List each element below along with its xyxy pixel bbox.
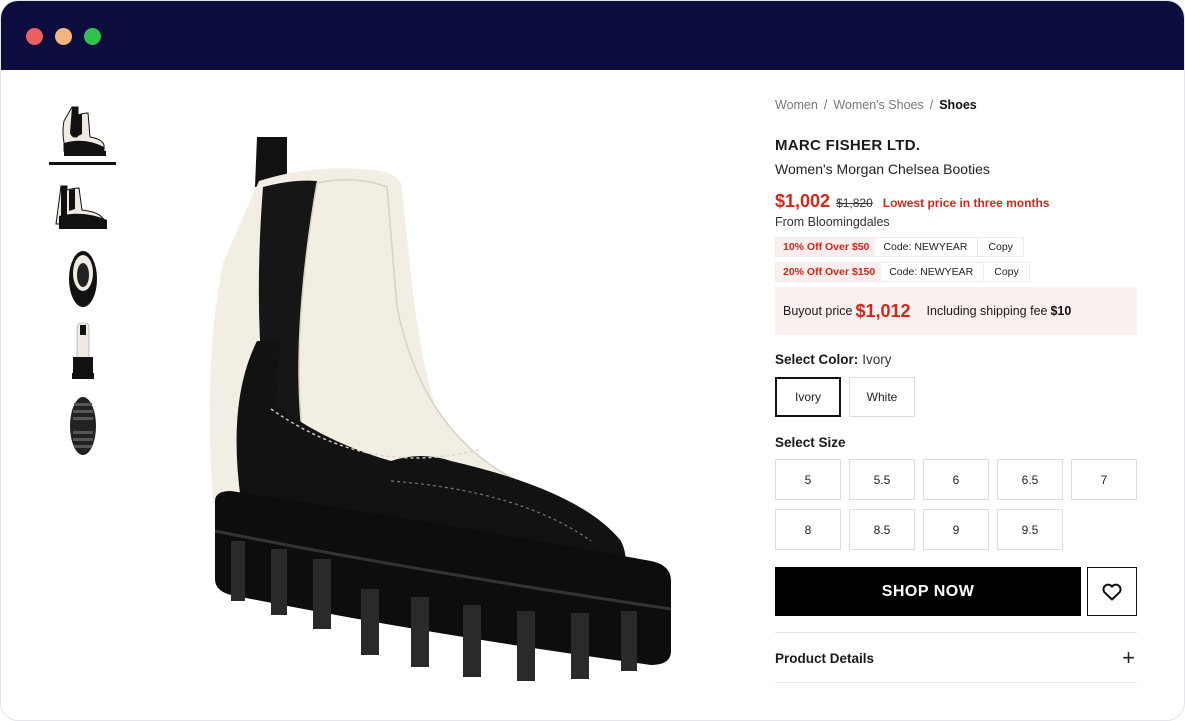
price-row: $1,002 $1,820 Lowest price in three mont…: [775, 191, 1049, 212]
plus-icon: +: [1122, 645, 1135, 670]
price-note: Lowest price in three months: [882, 196, 1050, 210]
wishlist-button[interactable]: [1087, 567, 1137, 616]
product-info-panel: Women / Women's Shoes / Shoes MARC FISHE…: [775, 97, 1137, 683]
select-size-label: Select Size: [775, 435, 846, 450]
coupon-code: Code: NEWYEAR: [889, 266, 974, 278]
color-option-ivory[interactable]: Ivory: [775, 377, 841, 417]
coupon-offer: 10% Off Over $50: [776, 238, 876, 256]
product-details-label: Product Details: [775, 650, 875, 666]
product-brand[interactable]: MARC FISHER LTD.: [775, 137, 920, 154]
coupon-code: Code: NEWYEAR: [883, 241, 968, 253]
original-price: $1,820: [836, 196, 873, 210]
thumbnail-side-view[interactable]: [49, 101, 116, 165]
thumbnail-top-view[interactable]: [49, 249, 116, 309]
current-price: $1,002: [775, 191, 831, 211]
section-divider: [775, 682, 1137, 683]
boot-thumbnail-icon: [62, 106, 106, 156]
coupon-row: 10% Off Over $50 Code: NEWYEAR Copy: [775, 237, 1024, 257]
copy-code-button[interactable]: Copy: [977, 238, 1023, 256]
selected-color-value: Ivory: [862, 352, 892, 367]
heart-icon: [1102, 583, 1122, 600]
section-divider: [775, 632, 1137, 633]
size-option-6[interactable]: 6: [923, 459, 989, 500]
breadcrumb-separator: /: [929, 98, 934, 112]
color-selector-label: Select Color: Ivory: [775, 352, 892, 367]
color-option-white[interactable]: White: [849, 377, 915, 417]
minimize-window-button[interactable]: [55, 28, 72, 45]
close-window-button[interactable]: [26, 28, 43, 45]
copy-code-button[interactable]: Copy: [983, 263, 1029, 281]
boot-thumbnail-icon: [54, 185, 107, 229]
thumbnail-back-view[interactable]: [49, 321, 116, 381]
thumbnail-side-view-2[interactable]: [49, 176, 116, 236]
breadcrumb-womens-shoes[interactable]: Women's Shoes: [833, 98, 923, 112]
breadcrumb: Women / Women's Shoes / Shoes: [775, 97, 1137, 113]
size-option-9[interactable]: 9: [923, 509, 989, 550]
product-details-toggle[interactable]: Product Details +: [775, 643, 1137, 673]
select-color-label: Select Color:: [775, 352, 859, 367]
boot-thumbnail-icon: [68, 251, 97, 307]
boot-thumbnail-icon: [71, 322, 94, 379]
coupon-row: 20% Off Over $150 Code: NEWYEAR Copy: [775, 262, 1030, 282]
shop-now-button[interactable]: SHOP NOW: [775, 567, 1081, 616]
store-source: From Bloomingdales: [775, 215, 890, 229]
size-option-8[interactable]: 8: [775, 509, 841, 550]
window-titlebar: [1, 1, 1184, 70]
buyout-box: Buyout price $1,012 Including shipping f…: [775, 287, 1137, 335]
shipping-label: Including shipping fee: [926, 304, 1048, 318]
thumbnail-sole-view[interactable]: [49, 396, 116, 456]
size-option-8-5[interactable]: 8.5: [849, 509, 915, 550]
size-option-9-5[interactable]: 9.5: [997, 509, 1063, 550]
maximize-window-button[interactable]: [84, 28, 101, 45]
boot-thumbnail-icon: [69, 397, 96, 455]
product-main-image[interactable]: [201, 101, 721, 701]
product-name: Women's Morgan Chelsea Booties: [775, 161, 990, 177]
breadcrumb-current: Shoes: [939, 98, 977, 112]
browser-window: Women / Women's Shoes / Shoes MARC FISHE…: [0, 0, 1185, 721]
from-label: From: [775, 215, 805, 229]
buyout-price: $1,012: [855, 300, 911, 321]
breadcrumb-separator: /: [823, 98, 828, 112]
shipping-fee: $10: [1050, 304, 1072, 318]
buyout-label: Buyout price: [783, 304, 853, 318]
size-option-7[interactable]: 7: [1071, 459, 1137, 500]
store-name[interactable]: Bloomingdales: [808, 215, 890, 229]
size-option-6-5[interactable]: 6.5: [997, 459, 1063, 500]
boot-image-icon: [209, 137, 672, 681]
size-option-5-5[interactable]: 5.5: [849, 459, 915, 500]
coupon-offer: 20% Off Over $150: [776, 263, 882, 281]
size-option-5[interactable]: 5: [775, 459, 841, 500]
breadcrumb-women[interactable]: Women: [775, 98, 818, 112]
